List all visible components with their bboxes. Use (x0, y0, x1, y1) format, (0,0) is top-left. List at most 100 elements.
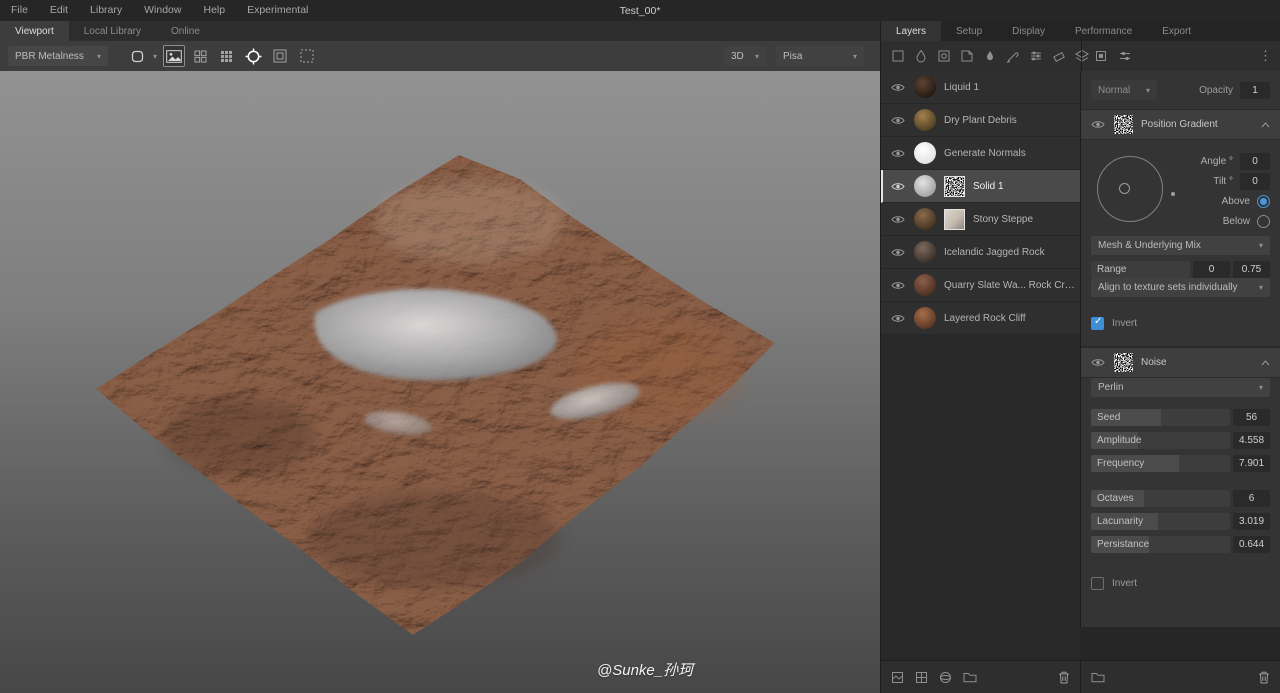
tab-performance[interactable]: Performance (1060, 21, 1147, 41)
layer-row-liquid-1[interactable]: Liquid 1 (881, 71, 1080, 104)
mask-frame-icon[interactable] (1094, 49, 1108, 63)
visibility-toggle-icon[interactable] (1091, 120, 1106, 129)
eyedropper-icon[interactable] (1006, 49, 1020, 63)
chevron-up-icon[interactable] (1261, 359, 1270, 366)
dial-ring[interactable] (1097, 156, 1163, 222)
menu-item-library[interactable]: Library (79, 0, 133, 21)
mix-mode-dropdown[interactable]: Mesh & Underlying Mix ▾ (1091, 236, 1270, 255)
marquee-button[interactable] (296, 45, 318, 67)
slider-amplitude[interactable]: Amplitude (1091, 432, 1230, 449)
layer-row-solid-1[interactable]: Solid 1 (881, 170, 1080, 203)
chevron-up-icon[interactable] (1261, 121, 1270, 128)
visibility-toggle-icon[interactable] (891, 248, 906, 257)
grid-2x2-icon (194, 50, 206, 62)
value-persistance[interactable]: 0.644 (1233, 536, 1270, 553)
tab-local-library[interactable]: Local Library (69, 21, 156, 41)
layer-row-stony-steppe[interactable]: Stony Steppe (881, 203, 1080, 236)
kebab-menu-icon[interactable]: ⋮ (1259, 48, 1272, 64)
visibility-toggle-icon[interactable] (891, 149, 906, 158)
opacity-input[interactable]: 1 (1240, 81, 1270, 99)
value-frequency[interactable]: 7.901 (1233, 455, 1270, 472)
layer-row-dry-plant-debris[interactable]: Dry Plant Debris (881, 104, 1080, 137)
position-gradient-header[interactable]: Position Gradient (1081, 109, 1280, 140)
menu-item-edit[interactable]: Edit (39, 0, 79, 21)
add-solid-layer-icon[interactable] (891, 49, 905, 63)
menu-item-file[interactable]: File (0, 0, 39, 21)
smart-material-icon[interactable] (937, 49, 951, 63)
value-amplitude[interactable]: 4.558 (1233, 432, 1270, 449)
slider-frequency[interactable]: Frequency (1091, 455, 1230, 472)
noise-header[interactable]: Noise (1081, 347, 1280, 378)
visibility-toggle-icon[interactable] (891, 116, 906, 125)
layer-row-icelandic-jagged-rock[interactable]: Icelandic Jagged Rock (881, 236, 1080, 269)
adjustment-icon[interactable] (1029, 49, 1043, 63)
chevron-down-icon: ▾ (96, 51, 101, 61)
brush-shape-dropdown[interactable]: ▾ (124, 46, 164, 66)
slider-lacunarity[interactable]: Lacunarity (1091, 513, 1230, 530)
menu-item-help[interactable]: Help (192, 0, 236, 21)
decal-layer-icon[interactable] (960, 49, 974, 63)
range-min-input[interactable]: 0 (1193, 261, 1230, 278)
liquid-layer-icon[interactable] (983, 49, 997, 63)
shading-mode-dropdown[interactable]: PBR Metalness ▾ (8, 46, 108, 66)
angle-input[interactable]: 0 (1240, 153, 1270, 170)
visibility-toggle-icon[interactable] (891, 281, 906, 290)
noise-invert-checkbox[interactable] (1091, 577, 1104, 590)
visibility-toggle-icon[interactable] (1091, 358, 1106, 367)
align-dropdown[interactable]: Align to texture sets individually ▾ (1091, 278, 1270, 297)
layer-row-quarry-slate-wa-rock-cracked[interactable]: Quarry Slate Wa... Rock Cracked (881, 269, 1080, 302)
sphere-icon[interactable] (939, 671, 952, 684)
dial-knob[interactable] (1119, 183, 1130, 194)
tab-online[interactable]: Online (156, 21, 215, 41)
invert-checkbox[interactable] (1091, 316, 1104, 330)
range-max-input[interactable]: 0.75 (1233, 261, 1270, 278)
value-octaves[interactable]: 6 (1233, 490, 1270, 507)
visibility-toggle-icon[interactable] (891, 215, 906, 224)
value-lacunarity[interactable]: 3.019 (1233, 513, 1270, 530)
delete-layer-icon[interactable] (1058, 671, 1070, 684)
eraser-icon[interactable] (1052, 49, 1066, 63)
frame-view-button[interactable] (269, 45, 291, 67)
model-dropdown[interactable]: Pisa ▾ (776, 46, 864, 66)
menu-item-experimental[interactable]: Experimental (236, 0, 319, 21)
gradient-dial[interactable] (1091, 152, 1183, 236)
atlas-icon[interactable] (915, 671, 928, 684)
layer-row-generate-normals[interactable]: Generate Normals (881, 137, 1080, 170)
menu-item-window[interactable]: Window (133, 0, 192, 21)
slider-seed[interactable]: Seed (1091, 409, 1230, 426)
blend-mode-dropdown[interactable]: Normal ▾ (1091, 80, 1157, 100)
folder-icon[interactable] (1091, 671, 1105, 683)
folder-icon[interactable] (963, 671, 977, 683)
below-radio[interactable] (1257, 215, 1270, 228)
focus-button[interactable] (242, 45, 264, 67)
layer-thumbnail (914, 241, 936, 263)
grid-2-button[interactable] (189, 45, 211, 67)
value-seed[interactable]: 56 (1233, 409, 1270, 426)
texture-view-button[interactable] (163, 45, 185, 67)
surface-icon[interactable] (891, 671, 904, 684)
tab-setup[interactable]: Setup (941, 21, 997, 41)
tab-display[interactable]: Display (997, 21, 1060, 41)
view-mode-dropdown[interactable]: 3D ▾ (724, 46, 766, 66)
noise-field-frequency: Frequency 7.901 (1091, 455, 1270, 472)
grid-3-button[interactable] (215, 45, 237, 67)
viewport[interactable]: @Sunke_孙珂 (0, 71, 880, 693)
noise-field-amplitude: Amplitude 4.558 (1091, 432, 1270, 449)
above-radio[interactable] (1257, 195, 1270, 208)
tab-viewport[interactable]: Viewport (0, 21, 69, 41)
section-title: Position Gradient (1141, 119, 1218, 130)
range-slider[interactable]: Range (1091, 261, 1190, 278)
tab-export[interactable]: Export (1147, 21, 1206, 41)
noise-type-dropdown[interactable]: Perlin ▾ (1091, 378, 1270, 397)
visibility-toggle-icon[interactable] (891, 314, 906, 323)
layer-row-layered-rock-cliff[interactable]: Layered Rock Cliff (881, 302, 1080, 335)
slider-octaves[interactable]: Octaves (1091, 490, 1230, 507)
slider-persistance[interactable]: Persistance (1091, 536, 1230, 553)
paint-layer-icon[interactable] (914, 49, 928, 63)
tab-layers[interactable]: Layers (881, 21, 942, 41)
delete-modifier-icon[interactable] (1258, 671, 1270, 684)
tilt-input[interactable]: 0 (1240, 173, 1270, 190)
channels-icon[interactable] (1118, 49, 1132, 63)
visibility-toggle-icon[interactable] (891, 83, 906, 92)
visibility-toggle-icon[interactable] (891, 182, 906, 191)
